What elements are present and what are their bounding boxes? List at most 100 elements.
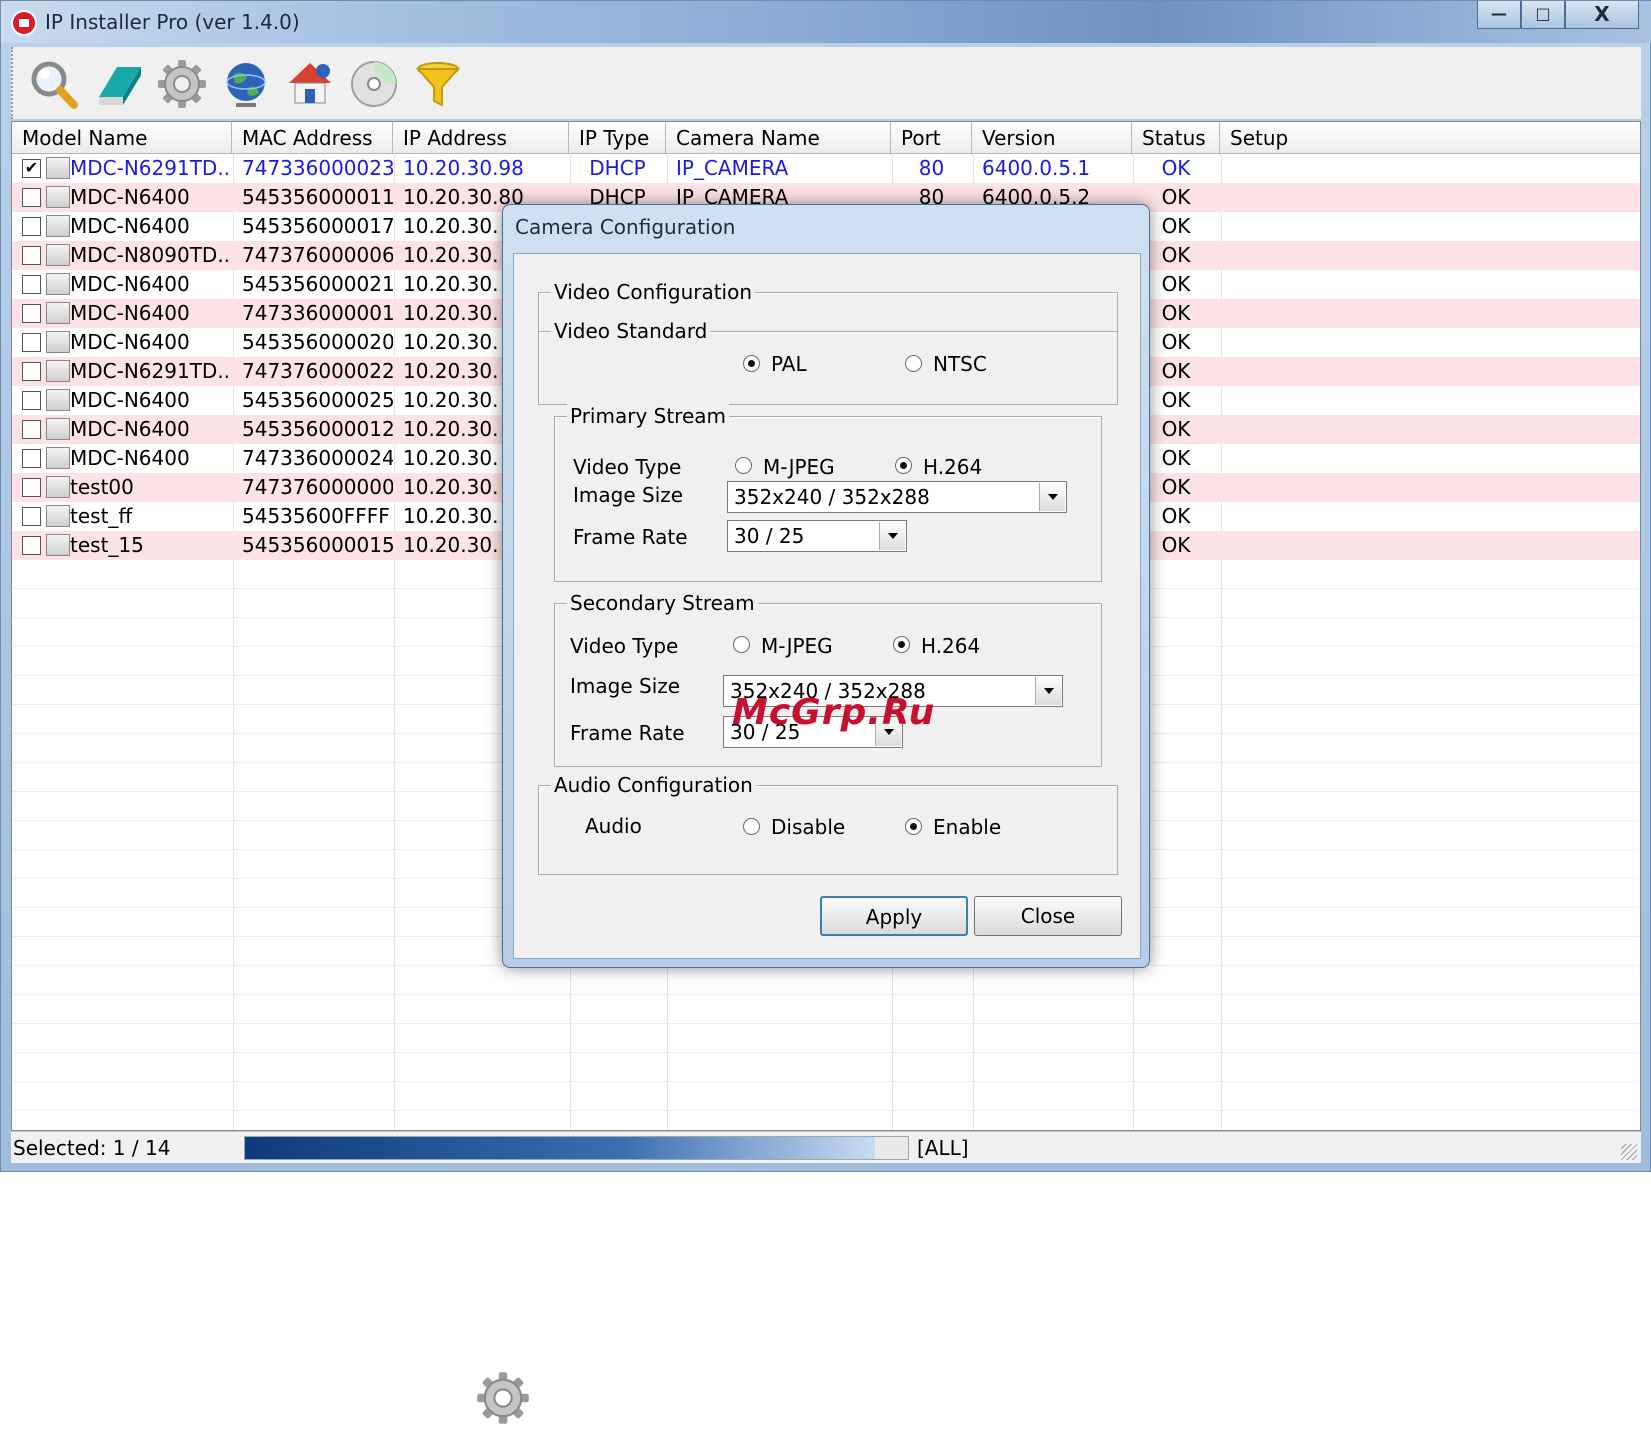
row-checkbox[interactable] [22, 246, 41, 265]
row-checkbox[interactable] [22, 362, 41, 381]
column-header-ip-address[interactable]: IP Address [393, 122, 569, 154]
gear-icon[interactable] [155, 57, 209, 111]
cell-mac: 747376000000 [242, 475, 393, 499]
primary-frame-rate-select[interactable]: 30 / 25 [727, 520, 907, 552]
table-row[interactable]: ✔ MDC-N6291TD... 747336000023 10.20.30.98 DH… [12, 154, 1640, 183]
ntsc-radio[interactable] [905, 355, 922, 372]
primary-frame-rate-value: 30 / 25 [734, 524, 805, 548]
column-header-camera-name[interactable]: Camera Name [666, 122, 891, 154]
row-checkbox[interactable] [22, 391, 41, 410]
row-divider [12, 1081, 1640, 1082]
column-header-version[interactable]: Version [972, 122, 1132, 154]
cell-model: MDC-N6400 [70, 446, 190, 470]
cell-model: MDC-N6291TD... [70, 156, 232, 180]
resize-grip-icon[interactable] [1621, 1144, 1637, 1160]
pal-label: PAL [771, 352, 807, 376]
column-header-model-name[interactable]: Model Name [12, 122, 232, 154]
primary-stream-legend: Primary Stream [567, 404, 730, 428]
primary-frame-rate-label: Frame Rate [573, 525, 688, 549]
audio-configuration-group: Audio Configuration Audio Disable Enable [538, 773, 1118, 875]
cell-model: MDC-N6400 [70, 185, 190, 209]
row-divider [12, 1023, 1640, 1024]
column-header-setup[interactable]: Setup [1220, 122, 1640, 154]
row-divider [12, 1110, 1640, 1111]
disc-icon[interactable] [347, 57, 401, 111]
cell-mac: 545356000021 [242, 272, 393, 296]
cell-model: MDC-N6400 [70, 330, 190, 354]
ntsc-label: NTSC [933, 352, 987, 376]
primary-image-size-select[interactable]: 352x240 / 352x288 [727, 481, 1067, 513]
audio-disable-label: Disable [771, 815, 846, 839]
cell-mac: 747336000023 [242, 156, 393, 180]
cell-model: MDC-N6400 [70, 272, 190, 296]
secondary-stream-group: Secondary Stream Video Type M-JPEG H.264… [554, 591, 1102, 767]
primary-h264-radio[interactable] [895, 457, 912, 474]
cell-mac: 545356000017 [242, 214, 393, 238]
row-checkbox[interactable] [22, 507, 41, 526]
cell-mac: 54535600FFFF [242, 504, 390, 528]
title-bar[interactable]: IP Installer Pro (ver 1.4.0) — □ X [1, 1, 1651, 43]
cell-mac: 545356000015 [242, 533, 393, 557]
audio-enable-label: Enable [933, 815, 1002, 839]
cell-model: test00 [70, 475, 134, 499]
home-network-icon[interactable] [283, 57, 337, 111]
secondary-mjpeg-label: M-JPEG [761, 634, 833, 658]
cell-mac: 747376000022 [242, 359, 393, 383]
minimize-button[interactable]: — [1477, 1, 1521, 29]
progress-fill [245, 1137, 875, 1159]
cell-status: OK [1161, 156, 1191, 180]
row-checkbox[interactable] [22, 188, 41, 207]
audio-configuration-legend: Audio Configuration [551, 773, 756, 797]
chevron-down-icon[interactable] [1035, 677, 1061, 705]
cell-model: MDC-N6400 [70, 301, 190, 325]
row-checkbox[interactable] [22, 536, 41, 555]
table-header: Model Name MAC Address IP Address IP Type Ca… [12, 122, 1640, 154]
column-header-status[interactable]: Status [1132, 122, 1220, 154]
primary-mjpeg-radio[interactable] [735, 457, 752, 474]
row-checkbox[interactable] [22, 478, 41, 497]
column-header-mac-address[interactable]: MAC Address [232, 122, 393, 154]
row-checkbox[interactable] [22, 420, 41, 439]
window-title: IP Installer Pro (ver 1.4.0) [45, 10, 300, 34]
row-checkbox[interactable] [22, 333, 41, 352]
chevron-down-icon[interactable] [879, 522, 905, 550]
cell-mac: 747336000024 [242, 446, 393, 470]
pal-radio[interactable] [743, 355, 760, 372]
cell-mac: 545356000025 [242, 388, 393, 412]
cell-model: test_ff [70, 504, 133, 528]
maximize-button[interactable]: □ [1521, 1, 1565, 29]
progress-bar [244, 1136, 909, 1160]
audio-disable-radio[interactable] [743, 818, 760, 835]
globe-icon[interactable] [219, 57, 273, 111]
filter-funnel-icon[interactable] [411, 57, 465, 111]
chevron-down-icon[interactable] [1039, 483, 1065, 511]
row-checkbox[interactable]: ✔ [22, 159, 41, 178]
cell-mac: 545356000020 [242, 330, 393, 354]
search-icon[interactable] [27, 57, 81, 111]
row-checkbox[interactable] [22, 304, 41, 323]
row-checkbox[interactable] [22, 449, 41, 468]
close-window-button[interactable]: X [1565, 1, 1639, 29]
secondary-mjpeg-radio[interactable] [733, 636, 750, 653]
cell-ip: 10.20.30.98 [403, 156, 524, 180]
selected-count: Selected: 1 / 14 [13, 1136, 171, 1160]
status-bar: Selected: 1 / 14 [ALL] [11, 1131, 1641, 1163]
eraser-icon[interactable] [91, 57, 145, 111]
audio-enable-radio[interactable] [905, 818, 922, 835]
secondary-h264-radio[interactable] [893, 636, 910, 653]
video-standard-group: Video Standard PAL NTSC [538, 319, 1118, 405]
row-checkbox[interactable] [22, 275, 41, 294]
cell-model: MDC-N6291TD... [70, 359, 232, 383]
cell-port: 80 [918, 156, 945, 180]
dialog-title: Camera Configuration [515, 215, 736, 239]
apply-button[interactable]: Apply [820, 896, 968, 936]
dialog-body: Video Configuration Video Standard PAL N… [513, 253, 1141, 959]
cell-model: MDC-N6400 [70, 388, 190, 412]
app-camera-icon [11, 10, 37, 36]
close-button[interactable]: Close [974, 896, 1122, 936]
column-header-ip-type[interactable]: IP Type [569, 122, 666, 154]
column-header-port[interactable]: Port [891, 122, 972, 154]
cell-mac: 545356000012 [242, 417, 393, 441]
row-checkbox[interactable] [22, 217, 41, 236]
primary-image-size-value: 352x240 / 352x288 [734, 485, 930, 509]
